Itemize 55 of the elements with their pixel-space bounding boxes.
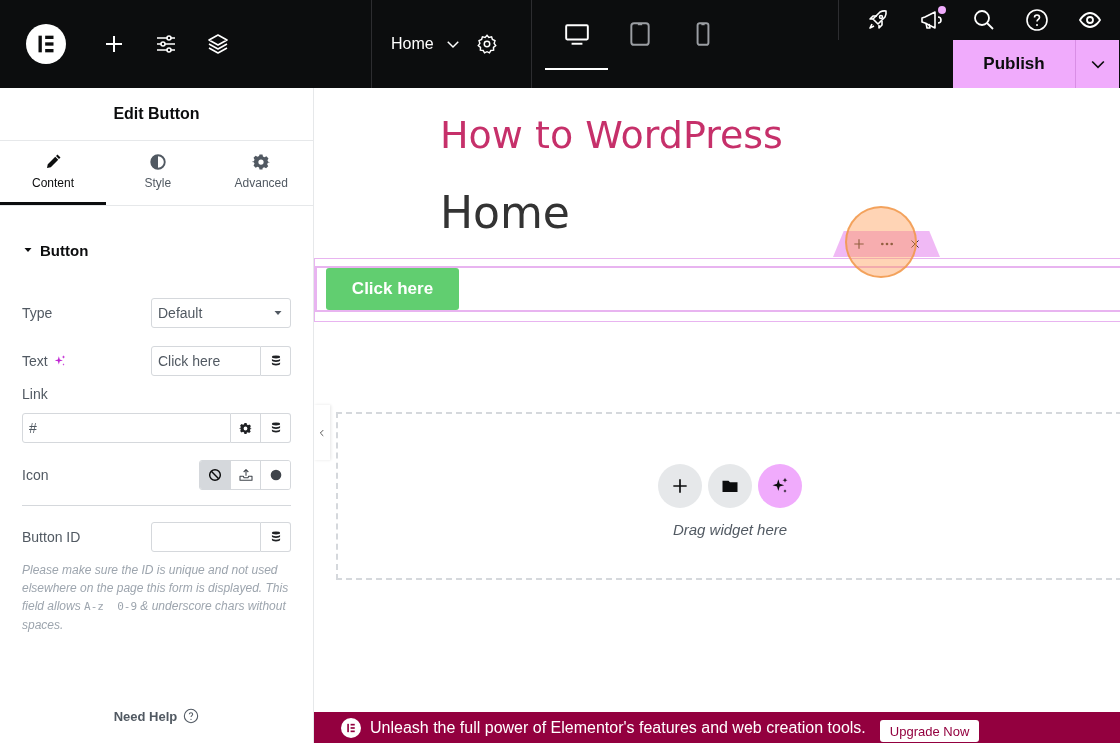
gear-icon <box>252 153 271 171</box>
announcements-icon <box>919 8 943 32</box>
page-selector[interactable]: Home <box>391 35 462 53</box>
settings-icon <box>475 33 498 55</box>
help-icon <box>1025 8 1049 32</box>
ai-button[interactable] <box>758 464 802 508</box>
dynamic-tags-button[interactable] <box>261 522 291 552</box>
link-input[interactable]: # <box>22 413 231 443</box>
site-title: How to WordPress <box>440 112 783 159</box>
field-label: Link <box>22 385 49 404</box>
sparkle-icon <box>52 354 67 368</box>
template-library-button[interactable] <box>708 464 752 508</box>
text-input[interactable]: Click here <box>151 346 261 376</box>
drop-hint: Drag widget here <box>672 521 788 538</box>
field-label: Icon <box>22 467 49 483</box>
search-icon <box>972 8 996 32</box>
pencil-icon <box>44 153 62 171</box>
no-icon-option[interactable] <box>200 461 230 489</box>
rocket-icon <box>866 8 890 32</box>
dynamic-tags-button[interactable] <box>261 413 291 443</box>
logo-icon[interactable] <box>26 24 66 64</box>
panel-title: Edit Button <box>0 88 313 141</box>
upload-icon <box>237 467 254 483</box>
plus-icon <box>851 237 866 251</box>
field-label: Text <box>22 353 48 369</box>
help-text: Please make sure the ID is unique and not used elsewhere on the page this form is displayed. This field allows A-z 0-9 & underscore chars without spaces. <box>22 562 290 634</box>
need-help-link[interactable]: Need Help <box>107 707 206 725</box>
panel-tab[interactable]: Style <box>106 141 210 205</box>
ban-icon <box>207 467 223 483</box>
layers-icon <box>206 32 230 56</box>
button-id-input[interactable] <box>151 522 261 552</box>
settings-button[interactable] <box>475 33 498 55</box>
publish-button[interactable]: Publish <box>953 40 1075 88</box>
field-label: Button ID <box>22 529 81 545</box>
gear-icon <box>239 421 252 435</box>
type-dropdown[interactable]: Default <box>151 298 291 328</box>
promo-text: Unleash the full power of Elementor's features and web creation tools. <box>370 718 866 737</box>
panel-tab[interactable]: Content <box>0 141 106 205</box>
field-label: Type <box>22 305 53 321</box>
half-circle-icon <box>148 153 167 171</box>
help-icon <box>183 708 200 724</box>
logo-icon <box>341 717 361 738</box>
plus-icon <box>670 476 690 496</box>
panel-tab[interactable]: Advanced <box>209 141 313 205</box>
link-options-button[interactable] <box>231 413 261 443</box>
circle-option[interactable] <box>260 461 290 489</box>
page-heading: Home <box>440 186 570 240</box>
dynamic-tags-button[interactable] <box>261 346 291 376</box>
close-icon <box>908 238 921 250</box>
add-section-button[interactable] <box>658 464 702 508</box>
desktop-icon <box>563 21 590 47</box>
upgrade-button[interactable]: Upgrade Now <box>879 720 980 742</box>
section-header[interactable]: Button <box>22 240 291 260</box>
chevron-left-icon <box>317 427 327 438</box>
settings-icon <box>154 32 178 56</box>
